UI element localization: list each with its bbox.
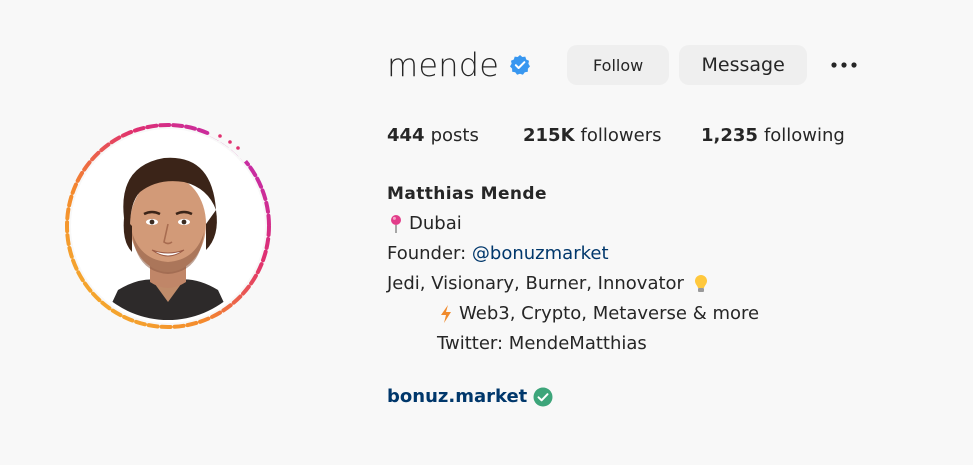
bio-location-line: Dubai	[387, 209, 759, 239]
message-button[interactable]: Message	[679, 45, 808, 85]
pushpin-icon	[387, 214, 405, 234]
bio-tagline: Jedi, Visionary, Burner, Innovator	[387, 273, 684, 294]
profile-stats: 444 posts 215K followers 1,235 following	[387, 124, 845, 148]
lightning-icon	[437, 304, 455, 324]
verified-badge-icon	[509, 54, 531, 76]
profile-page: mende Follow Message 444 posts 215K foll…	[0, 0, 973, 465]
lightbulb-icon	[692, 274, 710, 294]
website-link[interactable]: bonuz.market	[387, 386, 553, 407]
bio-twitter: Twitter: MendeMatthias	[437, 333, 647, 354]
avatar-photo	[74, 132, 262, 320]
bio-location: Dubai	[409, 213, 462, 234]
check-circle-icon	[533, 387, 553, 407]
posts-count: 444	[387, 125, 425, 146]
followers-label: followers	[580, 125, 662, 146]
profile-bio: Matthias Mende Dubai Founder: @bonuzmark…	[387, 179, 759, 359]
following-label: following	[763, 125, 845, 146]
follow-button[interactable]: Follow	[567, 45, 670, 85]
posts-label: posts	[430, 125, 479, 146]
full-name: Matthias Mende	[387, 184, 547, 204]
bio-founder-line: Founder: @bonuzmarket	[387, 239, 759, 269]
founder-mention-link[interactable]: @bonuzmarket	[472, 239, 609, 269]
website-text: bonuz.market	[387, 386, 528, 407]
followers-stat[interactable]: 215K followers	[523, 124, 701, 148]
bio-interests-line: Web3, Crypto, Metaverse & more	[387, 299, 759, 329]
bio-twitter-line: Twitter: MendeMatthias	[387, 329, 759, 359]
following-stat[interactable]: 1,235 following	[701, 124, 845, 148]
username: mende	[387, 46, 500, 84]
followers-count: 215K	[523, 125, 575, 146]
bio-interests: Web3, Crypto, Metaverse & more	[459, 303, 760, 324]
bio-founder-prefix: Founder:	[387, 243, 472, 264]
profile-avatar[interactable]	[62, 120, 274, 332]
bio-tagline-line: Jedi, Visionary, Burner, Innovator	[387, 269, 759, 299]
following-count: 1,235	[701, 125, 758, 146]
posts-stat: 444 posts	[387, 124, 523, 148]
more-options-icon[interactable]	[829, 50, 859, 80]
profile-header: mende Follow Message	[387, 44, 859, 86]
